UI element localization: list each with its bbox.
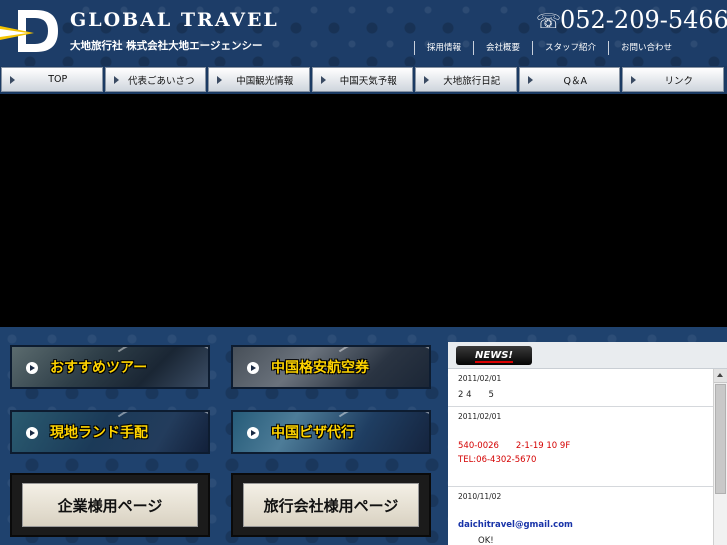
nav-label: 代表ごあいさつ	[127, 75, 195, 87]
bullet-icon	[217, 76, 222, 84]
nav-label: 大地旅行日記	[443, 75, 501, 87]
news-text: 2 4 5	[458, 390, 494, 400]
bullet-icon	[320, 76, 326, 84]
phone-number: ☏052-209-5466	[536, 6, 727, 34]
button-agency-page[interactable]: 旅行会社様用ページ	[231, 473, 431, 537]
scroll-up-arrow-icon[interactable]	[714, 369, 727, 383]
news-address: 540-0026 2-1-19 10 9F	[458, 441, 571, 451]
util-link-recruit[interactable]: 採用情報	[414, 41, 473, 55]
banner-label: おすすめツアー	[50, 360, 148, 376]
button-corporate-page[interactable]: 企業様用ページ	[10, 473, 210, 537]
arrow-right-icon	[26, 362, 38, 374]
banner-label: 中国格安航空券	[271, 360, 369, 376]
bullet-icon	[10, 76, 15, 84]
banner-recommended-tours[interactable]: おすすめツアー	[10, 345, 210, 389]
news-email-link[interactable]: daichitravel@gmail.com	[458, 520, 573, 530]
plate-inner: 企業様用ページ	[22, 483, 198, 527]
plate-label: 企業様用ページ	[57, 496, 163, 515]
nav-item-links[interactable]: リンク	[622, 67, 724, 92]
scroll-thumb[interactable]	[715, 384, 726, 494]
nav-item-china-weather[interactable]: 中国天気予報	[311, 67, 413, 92]
nav-item-greeting[interactable]: 代表ごあいさつ	[104, 67, 206, 92]
utility-nav: 採用情報 会社概要 スタッフ紹介 お問い合わせ	[414, 41, 684, 55]
news-text: OK!	[478, 536, 494, 545]
news-item: 2010/11/02 daichitravel@gmail.com OK!	[448, 486, 714, 545]
nav-label: リンク	[664, 75, 693, 87]
news-list[interactable]: 2011/02/01 2 4 5 2011/02/01 540-0026 2-1…	[448, 369, 714, 545]
phone-number-text: 052-209-5466	[560, 6, 727, 34]
news-date: 2011/02/01	[458, 412, 502, 421]
hero-area	[0, 94, 727, 327]
banner-label: 中国ビザ代行	[271, 425, 355, 441]
arrow-right-icon	[26, 427, 38, 439]
nav-label: Q＆A	[563, 75, 587, 87]
arrow-right-icon	[247, 427, 259, 439]
nav-item-top[interactable]: TOP	[1, 67, 103, 92]
news-date: 2011/02/01	[458, 374, 502, 383]
bullet-icon	[527, 76, 533, 84]
plate-inner: 旅行会社様用ページ	[243, 483, 419, 527]
news-item: 2011/02/01 540-0026 2-1-19 10 9F TEL:06-…	[448, 406, 714, 487]
news-item: 2011/02/01 2 4 5	[448, 369, 714, 407]
main-nav: TOP 代表ごあいさつ 中国観光情報 中国天気予報 大地旅行日記 Q＆A リンク	[0, 66, 727, 94]
banner-label: 現地ランド手配	[50, 425, 148, 441]
nav-label: 中国天気予報	[339, 75, 397, 87]
logo-icon[interactable]	[0, 6, 60, 56]
telephone-icon: ☏	[536, 9, 562, 33]
util-link-company[interactable]: 会社概要	[473, 41, 532, 55]
util-link-staff[interactable]: スタッフ紹介	[532, 41, 608, 55]
brand-name: GLOBAL TRAVEL	[70, 9, 279, 31]
arrow-right-icon	[247, 362, 259, 374]
nav-label: TOP	[48, 74, 68, 85]
nav-item-travel-diary[interactable]: 大地旅行日記	[415, 67, 517, 92]
news-badge: NEWS!	[456, 346, 532, 365]
news-header: NEWS!	[448, 342, 727, 369]
brand-subtitle: 大地旅行社 株式会社大地エージェンシー	[70, 40, 263, 52]
banner-land-arrangement[interactable]: 現地ランド手配	[10, 410, 210, 454]
bullet-icon	[113, 76, 119, 84]
banner-cheap-airfare[interactable]: 中国格安航空券	[231, 345, 431, 389]
bullet-icon	[424, 76, 429, 84]
nav-item-china-sightseeing[interactable]: 中国観光情報	[208, 67, 310, 92]
news-panel: NEWS! 2011/02/01 2 4 5 2011/02/01 540-00…	[448, 342, 727, 545]
banner-visa-service[interactable]: 中国ビザ代行	[231, 410, 431, 454]
bullet-icon	[631, 76, 636, 84]
news-badge-label: NEWS!	[475, 350, 513, 363]
util-link-contact[interactable]: お問い合わせ	[608, 41, 684, 55]
news-date: 2010/11/02	[458, 492, 502, 501]
nav-label: 中国観光情報	[236, 75, 294, 87]
nav-item-faq[interactable]: Q＆A	[518, 67, 620, 92]
news-scrollbar[interactable]	[713, 369, 727, 545]
news-tel: TEL:06-4302-5670	[458, 455, 537, 465]
plate-label: 旅行会社様用ページ	[263, 496, 399, 515]
site-header: GLOBAL TRAVEL 大地旅行社 株式会社大地エージェンシー ☏052-2…	[0, 0, 727, 66]
